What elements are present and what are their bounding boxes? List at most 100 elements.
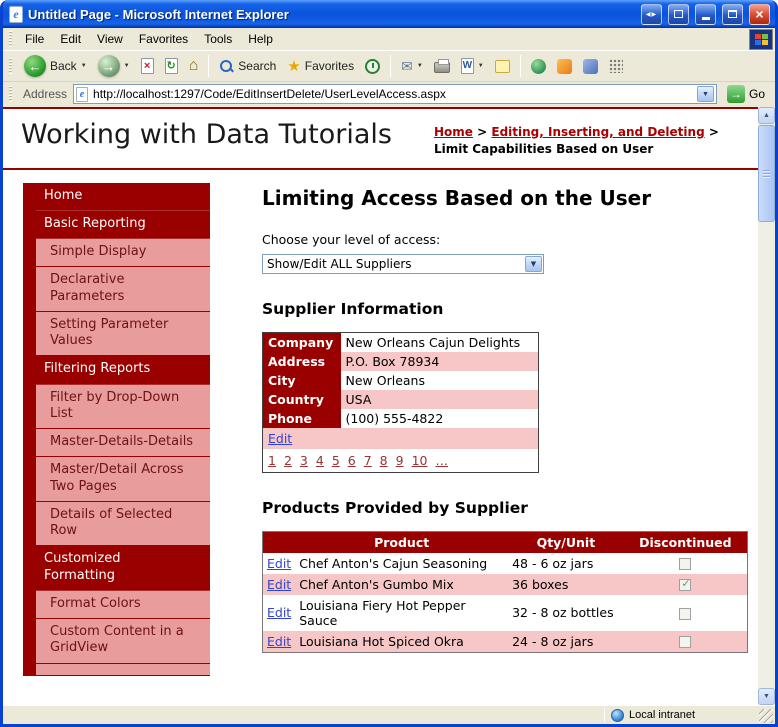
refresh-button[interactable]: ↻ (161, 56, 182, 76)
detail-value: (100) 555-4822 (345, 410, 444, 426)
sidebar-item-partial[interactable] (36, 663, 210, 676)
product-qty: 36 boxes (508, 573, 624, 595)
scrollbar-thumb[interactable] (758, 125, 775, 222)
addon-button-3[interactable] (579, 57, 602, 76)
refresh-glyph: ↻ (166, 59, 176, 72)
breadcrumb-home-link[interactable]: Home (434, 125, 473, 139)
search-button[interactable]: Search (215, 57, 280, 76)
address-url[interactable]: http://localhost:1297/Code/EditInsertDel… (93, 87, 692, 101)
status-message-area (7, 708, 601, 723)
table-row: City New Orleans (262, 370, 539, 390)
dropdown-arrow-icon[interactable]: ▼ (525, 255, 542, 272)
breadcrumb-section-link[interactable]: Editing, Inserting, and Deleting (491, 125, 704, 139)
favorites-button[interactable]: ★ Favorites (283, 57, 358, 76)
toolbar-grip[interactable] (9, 58, 12, 74)
edit-product-link[interactable]: Edit (267, 556, 291, 571)
pager-link-4[interactable]: 4 (316, 453, 324, 468)
sidebar-item-home[interactable]: Home (36, 182, 210, 211)
sidebar-item-customized-formatting[interactable]: Customized Formatting (36, 546, 210, 591)
pager-link-5[interactable]: 5 (332, 453, 340, 468)
address-dropdown-icon[interactable]: ▼ (696, 86, 714, 102)
sidebar-item-filtering-reports[interactable]: Filtering Reports (36, 356, 210, 385)
maximize-button[interactable] (722, 3, 743, 25)
back-dropdown-icon[interactable]: ▼ (81, 63, 87, 69)
addon-button-2[interactable] (553, 57, 576, 76)
title-bar[interactable]: e Untitled Page - Microsoft Internet Exp… (3, 0, 775, 28)
history-button[interactable] (361, 57, 384, 76)
pager-link-7[interactable]: 7 (364, 453, 372, 468)
edit-product-link[interactable]: Edit (267, 634, 291, 649)
resize-grip[interactable] (759, 709, 773, 723)
discontinued-checkbox[interactable] (679, 577, 692, 592)
discontinued-checkbox[interactable] (679, 558, 692, 571)
stop-button[interactable]: × (137, 56, 158, 76)
scroll-up-button[interactable]: ▲ (758, 107, 775, 124)
discontinued-checkbox[interactable] (679, 607, 692, 620)
pager-link-9[interactable]: 9 (396, 453, 404, 468)
detail-label: Company (262, 332, 341, 352)
sidebar-item-master-details-details[interactable]: Master-Details-Details (36, 429, 210, 458)
mail-button[interactable]: ✉ ▼ (397, 57, 427, 75)
pager-link-6[interactable]: 6 (348, 453, 356, 468)
discontinued-checkbox[interactable] (679, 636, 692, 649)
addressbar-grip[interactable] (9, 86, 12, 102)
forward-button[interactable]: → ▼ (94, 53, 134, 79)
sidebar-item-declarative-parameters[interactable]: Declarative Parameters (36, 267, 210, 312)
pager-link-8[interactable]: 8 (380, 453, 388, 468)
menu-favorites[interactable]: Favorites (131, 29, 196, 49)
access-level-dropdown[interactable]: Show/Edit ALL Suppliers ▼ (262, 253, 544, 274)
scrollbar-track[interactable] (758, 124, 775, 688)
sidebar-item-filter-by-dropdown-list[interactable]: Filter by Drop-Down List (36, 384, 210, 430)
home-button[interactable]: ⌂ (185, 56, 203, 76)
sidebar-item-setting-parameter-values[interactable]: Setting Parameter Values (36, 311, 210, 357)
vertical-scrollbar[interactable]: ▲ ▼ (758, 107, 775, 705)
menu-tools[interactable]: Tools (196, 29, 240, 49)
toolbar-separator (208, 55, 210, 77)
pager-link-2[interactable]: 2 (284, 453, 292, 468)
close-button[interactable]: × (749, 3, 770, 25)
window-icon (674, 10, 683, 18)
address-input[interactable]: e http://localhost:1297/Code/EditInsertD… (73, 84, 717, 104)
go-button[interactable]: → Go (723, 85, 769, 103)
detail-value: USA (340, 389, 539, 409)
sidebar-item-simple-display[interactable]: Simple Display (36, 239, 210, 268)
pager-link-3[interactable]: 3 (300, 453, 308, 468)
edit-product-link[interactable]: Edit (267, 605, 291, 620)
sidebar-item-details-of-selected-row[interactable]: Details of Selected Row (36, 501, 210, 547)
menu-help[interactable]: Help (240, 29, 281, 49)
breadcrumb-current: Limit Capabilities Based on User (434, 141, 654, 156)
vm-window-button[interactable] (668, 3, 689, 25)
toolbar-separator (519, 55, 521, 77)
mail-dropdown-icon[interactable]: ▼ (417, 63, 423, 69)
edit-product-link[interactable]: Edit (267, 577, 291, 592)
menubar-grip[interactable] (9, 31, 12, 47)
sidebar-item-basic-reporting[interactable]: Basic Reporting (36, 210, 210, 240)
pager-link-ellipsis[interactable]: … (435, 453, 448, 468)
scroll-down-button[interactable]: ▼ (758, 688, 775, 705)
back-button[interactable]: ← Back ▼ (20, 53, 91, 79)
vm-arrows-button[interactable]: ◀▶ (641, 3, 662, 25)
sidebar-item-format-colors[interactable]: Format Colors (36, 590, 210, 620)
product-row: Edit Chef Anton's Cajun Seasoning 48 - 6… (263, 553, 748, 574)
edit-dropdown-icon[interactable]: ▼ (478, 63, 484, 69)
menu-file[interactable]: File (17, 29, 52, 49)
sidebar-item-master-detail-two-pages[interactable]: Master/Detail Across Two Pages (36, 457, 210, 502)
flag-quadrant (761, 39, 768, 45)
status-bar: Local intranet (3, 705, 775, 724)
menu-edit[interactable]: Edit (52, 29, 89, 49)
flag-quadrant (754, 33, 761, 39)
discuss-button[interactable] (491, 58, 514, 75)
addon-button-4[interactable] (605, 57, 627, 75)
menu-view[interactable]: View (89, 29, 131, 49)
access-level-label: Choose your level of access: (262, 231, 441, 247)
pager-link-1[interactable]: 1 (268, 453, 276, 468)
addon-button-1[interactable] (527, 57, 550, 76)
edit-supplier-link[interactable]: Edit (268, 431, 292, 446)
pager-link-10[interactable]: 10 (412, 453, 428, 468)
edit-with-word-button[interactable]: W ▼ (457, 56, 488, 76)
print-button[interactable] (430, 57, 454, 75)
sidebar-item-custom-content-gridview[interactable]: Custom Content in a GridView (36, 619, 210, 664)
minimize-button[interactable] (695, 3, 716, 25)
table-row: Company New Orleans Cajun Delights (262, 332, 539, 352)
forward-dropdown-icon[interactable]: ▼ (124, 63, 130, 69)
